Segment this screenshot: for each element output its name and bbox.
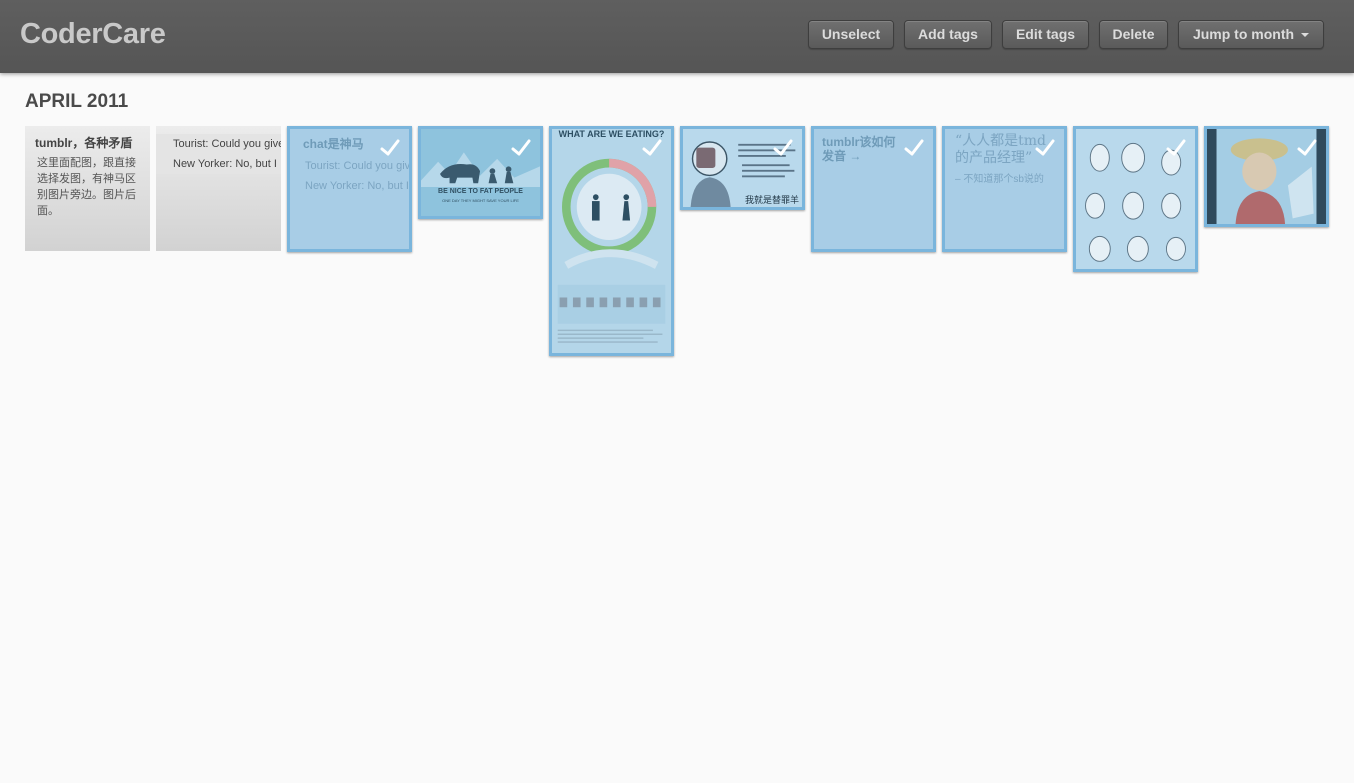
chat-line: New Yorker: No, but I — [173, 158, 277, 170]
post-title: tumblr，各种矛盾 — [35, 136, 133, 150]
checkmark-icon — [511, 139, 531, 156]
unselect-button[interactable]: Unselect — [808, 20, 894, 49]
poster-caption: BE NICE TO FAT PEOPLE — [438, 188, 523, 195]
post-tile-chat[interactable]: Tourist: Could you give me directions Ne… — [156, 126, 281, 251]
brand-logo[interactable]: CoderCare — [20, 18, 166, 51]
checkmark-icon — [1035, 139, 1055, 156]
checkmark-icon — [642, 139, 662, 156]
infographic-image — [552, 129, 671, 353]
chat-line: New Yorker: No, but I — [305, 180, 409, 192]
post-tile-quote-selected[interactable]: “人人都是tmd的产品经理” – 不知道那个sb说的 — [942, 126, 1067, 252]
post-tile-text-selected[interactable]: tumblr该如何发音 → — [811, 126, 936, 252]
post-tile-text[interactable]: tumblr，各种矛盾 这里面配图，跟直接选择发图，有神马区别图片旁边。图片后面… — [25, 126, 150, 251]
jump-to-month-label: Jump to month — [1192, 26, 1295, 42]
post-tile-photo-selected[interactable]: 我就是替罪羊 — [680, 126, 805, 210]
delete-button[interactable]: Delete — [1099, 20, 1168, 49]
post-tile-photo-selected[interactable]: WHAT ARE WE EATING? — [549, 126, 674, 356]
caret-down-icon — [1301, 33, 1310, 38]
edit-tags-button[interactable]: Edit tags — [1002, 20, 1089, 49]
top-navbar: CoderCare Unselect Add tags Edit tags De… — [0, 0, 1354, 73]
post-tile-photo-selected[interactable] — [1073, 126, 1198, 272]
quote-source: – 不知道那个sb说的 — [955, 174, 1044, 185]
chat-line: Tourist: Could you give me directions — [173, 138, 281, 150]
checkmark-icon — [904, 139, 924, 156]
post-tile-chat-selected[interactable]: chat是神马 Tourist: Could you give New York… — [287, 126, 412, 252]
comic-caption: 我就是替罪羊 — [744, 195, 799, 205]
post-tile-photo-selected[interactable]: BE NICE TO FAT PEOPLE ONE DAY THEY MIGHT… — [418, 126, 543, 219]
post-tile-photo-selected[interactable] — [1204, 126, 1329, 227]
chat-line: Tourist: Could you give — [305, 160, 412, 172]
poster-subcaption: ONE DAY THEY MIGHT SAVE YOUR LIFE — [442, 198, 519, 203]
post-body: 这里面配图，跟直接选择发图，有神马区别图片旁边。图片后面。 — [37, 157, 136, 217]
checkmark-icon — [380, 139, 400, 156]
checkmark-icon — [1297, 139, 1317, 156]
jump-to-month-dropdown[interactable]: Jump to month — [1178, 20, 1324, 49]
month-heading: APRIL 2011 — [25, 91, 129, 112]
add-tags-button[interactable]: Add tags — [904, 20, 992, 49]
checkmark-icon — [1166, 139, 1186, 156]
checkmark-icon — [773, 139, 793, 156]
